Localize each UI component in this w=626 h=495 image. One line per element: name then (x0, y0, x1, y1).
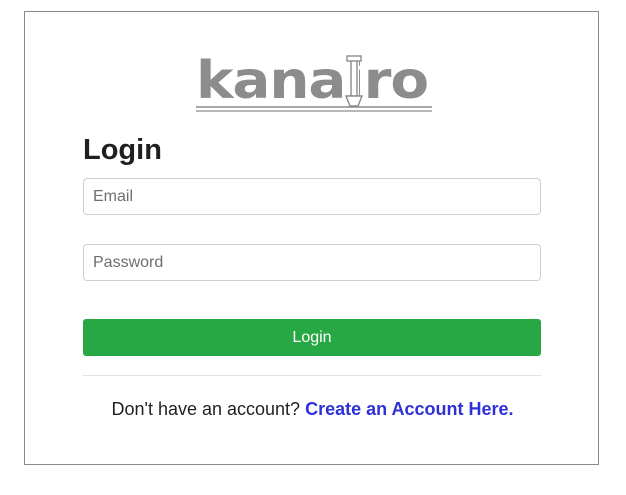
svg-text:kanairo: kanairo (196, 51, 428, 111)
signup-prompt-text: Don't have an account? (111, 399, 301, 419)
kanairo-logo-icon: kanairo (196, 51, 432, 112)
login-card: kanairo Login Login Don't have an accoun… (24, 11, 599, 465)
divider (83, 375, 541, 376)
password-field[interactable] (83, 244, 541, 281)
page-title: Login (83, 134, 162, 166)
signup-prompt: Don't have an account? Create an Account… (25, 398, 600, 420)
brand-logo: kanairo (196, 50, 432, 112)
login-button[interactable]: Login (83, 319, 541, 356)
email-field[interactable] (83, 178, 541, 215)
create-account-link[interactable]: Create an Account Here. (305, 399, 513, 419)
